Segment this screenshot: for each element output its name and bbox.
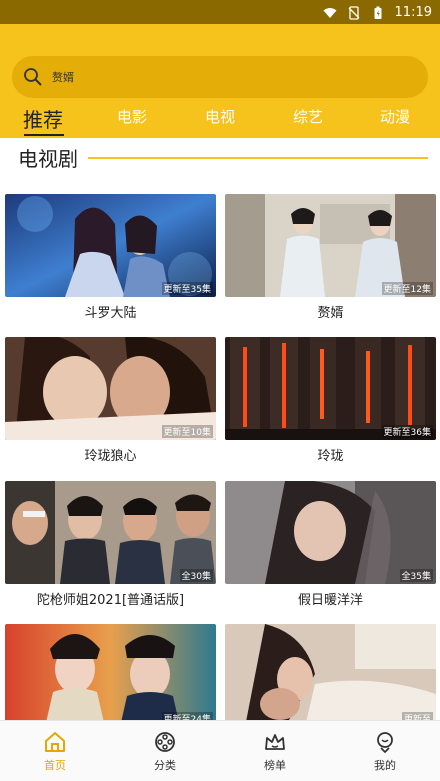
video-thumbnail[interactable]: 全30集 xyxy=(5,481,216,584)
status-bar: 11:19 xyxy=(0,0,440,24)
category-tabs: 推荐 电影 电视 综艺 动漫 xyxy=(0,104,440,138)
nav-category-label: 分类 xyxy=(154,759,176,772)
video-title[interactable]: 假日暖洋洋 xyxy=(225,589,436,608)
video-thumbnail[interactable]: 更新至35集 xyxy=(5,194,216,297)
tab-recommend[interactable]: 推荐 xyxy=(23,104,63,133)
search-icon[interactable] xyxy=(22,66,44,88)
video-title[interactable]: 陀枪师姐2021[普通话版] xyxy=(5,589,216,608)
video-card[interactable]: 全35集 假日暖洋洋 xyxy=(225,481,436,608)
no-sim-icon xyxy=(347,5,361,20)
status-time: 11:19 xyxy=(394,4,432,20)
crown-icon[interactable] xyxy=(262,729,288,755)
bottom-nav: 首页 分类 榜单 我的 xyxy=(0,720,440,781)
search-bar[interactable] xyxy=(12,56,428,98)
episode-badge: 更新至10集 xyxy=(161,425,213,438)
video-thumbnail[interactable]: 更新至24集 xyxy=(5,624,216,727)
tab-anime[interactable]: 动漫 xyxy=(380,106,410,127)
film-reel-icon[interactable] xyxy=(152,729,178,755)
section-divider xyxy=(88,157,428,159)
nav-category[interactable]: 分类 xyxy=(110,721,220,781)
nav-home[interactable]: 首页 xyxy=(0,721,110,781)
section-title: 电视剧 xyxy=(18,146,78,171)
tab-movies[interactable]: 电影 xyxy=(117,106,147,127)
video-card[interactable]: 更新至 xyxy=(225,624,436,727)
video-card[interactable]: 更新至35集 斗罗大陆 xyxy=(5,194,216,321)
video-card[interactable]: 全30集 陀枪师姐2021[普通话版] xyxy=(5,481,216,608)
wifi-icon xyxy=(323,5,337,19)
video-title[interactable]: 斗罗大陆 xyxy=(5,302,216,321)
video-title[interactable]: 玲珑 xyxy=(225,445,436,464)
app-header: 推荐 电影 电视 综艺 动漫 xyxy=(0,24,440,138)
active-tab-indicator xyxy=(24,134,64,136)
video-thumbnail[interactable]: 更新至 xyxy=(225,624,436,727)
home-icon[interactable] xyxy=(42,729,68,755)
episode-badge: 更新至12集 xyxy=(381,282,433,295)
video-card[interactable]: 更新至12集 赘婿 xyxy=(225,194,436,321)
profile-icon[interactable] xyxy=(372,729,398,755)
video-title[interactable]: 玲珑狼心 xyxy=(5,445,216,464)
tab-variety[interactable]: 综艺 xyxy=(293,106,323,127)
battery-icon xyxy=(371,5,385,19)
video-card[interactable]: 更新至24集 xyxy=(5,624,216,727)
video-thumbnail[interactable]: 更新至10集 xyxy=(5,337,216,440)
tab-tv[interactable]: 电视 xyxy=(205,106,235,127)
episode-badge: 更新至36集 xyxy=(381,425,433,438)
nav-ranking[interactable]: 榜单 xyxy=(220,721,330,781)
nav-mine[interactable]: 我的 xyxy=(330,721,440,781)
video-thumbnail[interactable]: 更新至12集 xyxy=(225,194,436,297)
video-card[interactable]: 更新至36集 玲珑 xyxy=(225,337,436,464)
episode-badge: 全30集 xyxy=(179,569,213,582)
video-card[interactable]: 更新至10集 玲珑狼心 xyxy=(5,337,216,464)
episode-badge: 全35集 xyxy=(399,569,433,582)
video-thumbnail[interactable]: 全35集 xyxy=(225,481,436,584)
video-thumbnail[interactable]: 更新至36集 xyxy=(225,337,436,440)
nav-home-label: 首页 xyxy=(44,759,66,772)
video-title[interactable]: 赘婿 xyxy=(225,302,436,321)
nav-mine-label: 我的 xyxy=(374,759,396,772)
section-header: 电视剧 xyxy=(18,140,428,174)
nav-ranking-label: 榜单 xyxy=(264,759,286,772)
search-input[interactable] xyxy=(52,70,428,84)
episode-badge: 更新至35集 xyxy=(161,282,213,295)
